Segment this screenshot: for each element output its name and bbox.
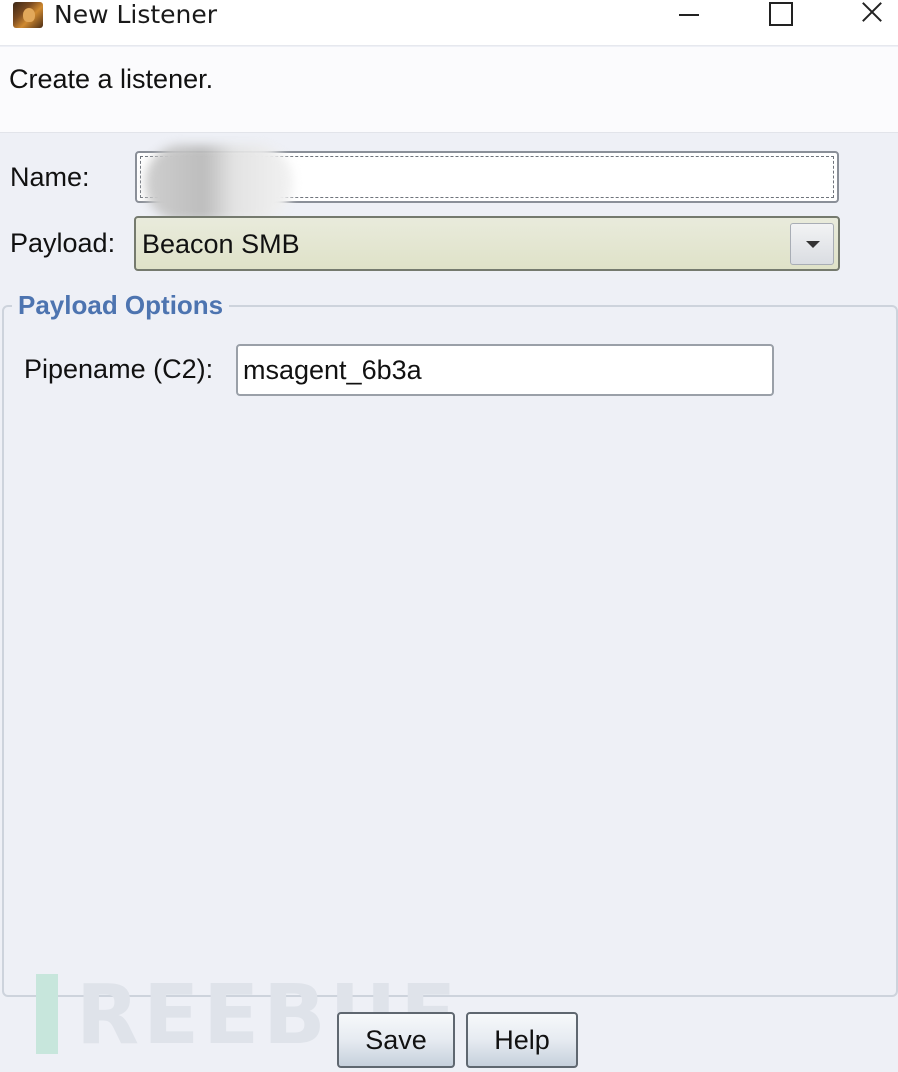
pipename-label: Pipename (C2): [24,354,214,384]
maximize-icon[interactable] [757,0,803,30]
save-button[interactable]: Save [337,1012,455,1068]
window-title: New Listener [54,0,218,29]
payload-options-group [2,305,898,997]
description-text: Create a listener. [9,64,214,94]
chevron-down-icon[interactable] [790,223,834,265]
payload-options-title: Payload Options [12,290,230,321]
name-input[interactable] [135,145,839,221]
help-button[interactable]: Help [466,1012,578,1068]
payload-label: Payload: [10,228,116,258]
payload-selected-value: Beacon SMB [142,229,300,259]
name-label: Name: [10,162,90,192]
pipename-value: msagent_6b3a [243,355,422,385]
description-panel: Create a listener. [0,47,898,133]
app-logo-icon [13,2,43,28]
close-icon[interactable] [848,0,894,30]
new-listener-window: New Listener Create a listener. Name: Pa… [0,0,898,1072]
redacted-name-value [145,145,293,221]
title-bar: New Listener [0,0,898,46]
watermark-logo-bar [36,974,58,1054]
minimize-icon[interactable] [666,0,712,30]
pipename-input[interactable]: msagent_6b3a [236,344,774,396]
payload-select[interactable]: Beacon SMB [134,216,840,271]
